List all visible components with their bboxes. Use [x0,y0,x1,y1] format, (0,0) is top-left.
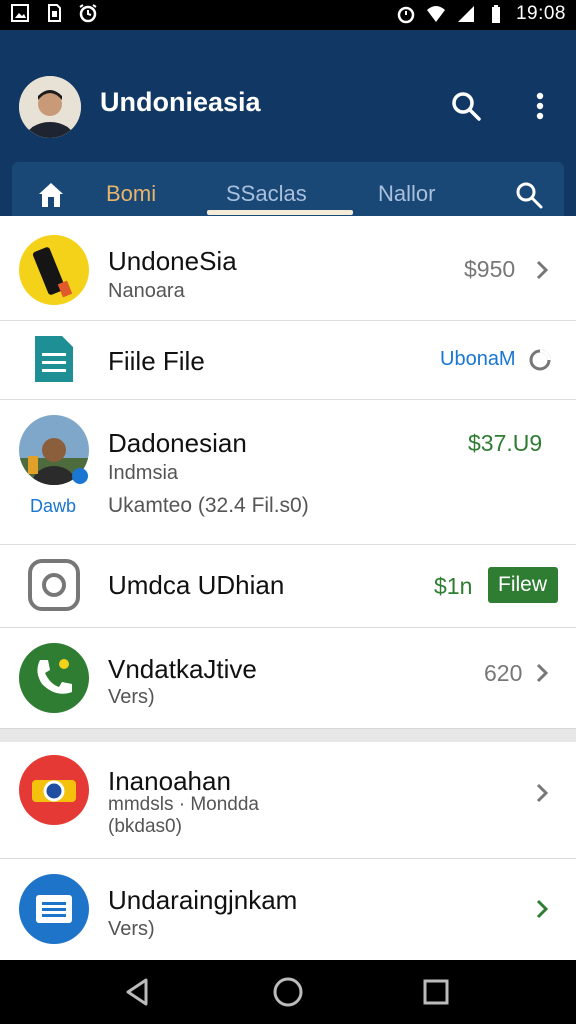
list-item[interactable]: UndoneSia Nanoara $950 [0,216,576,321]
status-time: 19:08 [515,3,566,24]
photo-avatar [19,415,89,485]
item-title: Dadonesian [108,428,247,458]
file-button-label: Filew [498,573,548,596]
item-price: $950 [464,256,516,282]
person-photo-icon [19,76,81,138]
more-vert-icon[interactable] [525,88,555,124]
profile-avatar[interactable] [19,76,81,138]
item-count: 620 [484,660,523,686]
nav-bar [0,960,576,1024]
gallery-icon [11,4,29,22]
alarm-icon [397,6,415,24]
battery-icon [491,5,500,23]
app-title: Undonieasia [100,87,261,117]
list-item[interactable]: Undaraingjnkam Vers) [0,859,576,960]
document-icon [35,336,73,382]
wifi-icon [426,6,445,22]
signal-icon [457,6,474,22]
item-subtitle: Indmsia [108,462,179,484]
item-subtitle: Vers) [108,918,155,940]
message-icon [19,874,89,944]
sim-card-icon [48,4,61,22]
chevron-right-icon[interactable] [534,782,550,804]
chevron-right-icon[interactable] [534,898,550,920]
list-item[interactable]: VndatkaJtive Vers) 620 [0,628,576,728]
tab-indicator [207,210,353,215]
item-title: Fiile File [108,346,205,376]
back-icon[interactable] [122,976,154,1008]
status-bar: 19:08 [0,0,576,30]
item-detail: Ukamteo (32.4 Fil.s0) [108,494,309,517]
item-title: Inanoahan [108,766,231,796]
list-item[interactable]: Fiile File UbonaM [0,321,576,400]
item-subtitle: Vers) [108,686,155,708]
item-price: $37.U9 [468,430,543,456]
search-icon[interactable] [448,88,484,124]
item-price: $1n [434,573,473,599]
item-title: Umdca UDhian [108,570,285,600]
chrome-icon [19,755,89,825]
loading-icon [529,349,551,371]
item-status: UbonaM [440,348,516,370]
section-divider [0,728,576,743]
list-item[interactable]: Dawb Dadonesian Indmsia Ukamteo (32.4 Fi… [0,400,576,545]
chevron-right-icon[interactable] [534,662,550,684]
item-title: Undaraingjnkam [108,885,298,915]
home-circle-icon[interactable] [272,976,304,1008]
list-item[interactable]: Umdca UDhian $1n Filew [0,545,576,628]
app-bar: Undonieasia Bomi SSaclas Nallor [0,30,576,228]
tab-ssaclas[interactable]: SSaclas [226,181,307,207]
file-button[interactable]: Filew [488,567,558,603]
rounded-square-icon [28,559,80,611]
home-icon[interactable] [36,180,66,210]
search-icon[interactable] [514,180,544,210]
yellow-app-icon [19,235,89,305]
item-title: VndatkaJtive [108,654,257,684]
item-subtitle: Nanoara [108,280,185,302]
tab-nallor[interactable]: Nallor [378,181,435,207]
item-subtitle: mmdsls · Mondda [108,794,259,815]
avatar-caption: Dawb [30,496,77,516]
list-item[interactable]: Inanoahan mmdsls · Mondda (bkdas0) [0,742,576,859]
phone-icon [19,643,89,713]
tab-bomi[interactable]: Bomi [106,181,156,207]
alarm-icon [79,4,97,23]
recents-icon[interactable] [420,976,452,1008]
item-detail: (bkdas0) [108,816,182,837]
item-title: UndoneSia [108,246,237,276]
chevron-right-icon[interactable] [534,259,550,281]
